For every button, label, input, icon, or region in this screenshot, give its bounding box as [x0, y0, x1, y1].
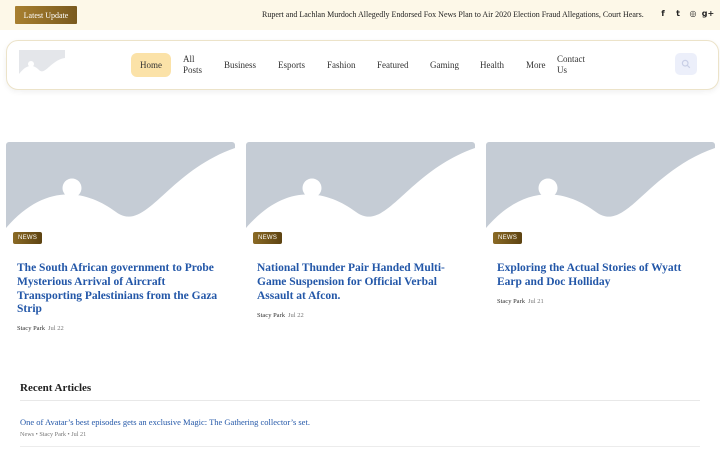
author-name[interactable]: Stacy Park: [17, 325, 45, 332]
instagram-icon[interactable]: ◎: [689, 9, 697, 19]
author-name[interactable]: Stacy Park: [257, 312, 285, 319]
recent-article-meta: News • Stacy Park • Jul 21: [20, 431, 87, 438]
article-title[interactable]: Exploring the Actual Stories of Wyatt Ea…: [497, 262, 709, 290]
recent-article-link[interactable]: One of Avatar’s best episodes gets an ex…: [20, 417, 310, 427]
publish-date: Jul 22: [287, 312, 304, 319]
logo-placeholder-icon: [19, 50, 65, 80]
article-title[interactable]: The South African government to Probe My…: [17, 262, 229, 317]
nav-item-more[interactable]: More: [526, 53, 546, 77]
article-meta: Stacy Park Jul 22: [257, 312, 304, 319]
article-thumbnail[interactable]: NEWS: [486, 142, 715, 252]
article-card[interactable]: NEWS Exploring the Actual Stories of Wya…: [486, 142, 715, 305]
category-badge[interactable]: NEWS: [253, 232, 283, 244]
article-thumbnail[interactable]: NEWS: [6, 142, 235, 252]
author-name[interactable]: Stacy Park: [497, 298, 525, 305]
latest-update-button[interactable]: Latest Update: [15, 6, 77, 24]
nav-item-health[interactable]: Health: [480, 53, 504, 77]
nav-item-home[interactable]: Home: [131, 53, 171, 77]
article-meta: Stacy Park Jul 21: [497, 298, 544, 305]
divider: [20, 446, 700, 447]
google-plus-icon[interactable]: g+: [702, 9, 714, 19]
category-badge[interactable]: NEWS: [13, 232, 43, 244]
nav-item-featured[interactable]: Featured: [377, 53, 409, 77]
site-logo[interactable]: [19, 50, 65, 80]
recent-articles-heading: Recent Articles: [20, 382, 92, 394]
article-thumbnail[interactable]: NEWS: [246, 142, 475, 252]
top-bar: Latest Update Rupert and Lachlan Murdoch…: [0, 0, 720, 30]
article-title[interactable]: National Thunder Pair Handed Multi-Game …: [257, 262, 469, 303]
nav-item-gaming[interactable]: Gaming: [430, 53, 459, 77]
article-card[interactable]: NEWS National Thunder Pair Handed Multi-…: [246, 142, 475, 319]
news-ticker[interactable]: Rupert and Lachlan Murdoch Allegedly End…: [262, 10, 644, 19]
article-meta: Stacy Park Jul 22: [17, 325, 64, 332]
publish-date: Jul 21: [527, 298, 544, 305]
category-badge[interactable]: NEWS: [493, 232, 523, 244]
nav-item-esports[interactable]: Esports: [278, 53, 305, 77]
social-links: f t ◎ g+: [659, 9, 714, 19]
publish-date: Jul 22: [47, 325, 64, 332]
twitter-icon[interactable]: t: [674, 9, 682, 19]
nav-item-fashion[interactable]: Fashion: [327, 53, 356, 77]
article-card[interactable]: NEWS The South African government to Pro…: [6, 142, 235, 332]
divider: [20, 400, 700, 401]
nav-item-contact-us[interactable]: Contact Us: [557, 53, 589, 77]
facebook-icon[interactable]: f: [659, 9, 667, 19]
site-header: Home All Posts Business Esports Fashion …: [6, 40, 719, 90]
nav-item-all-posts[interactable]: All Posts: [183, 53, 211, 77]
nav-item-business[interactable]: Business: [224, 53, 256, 77]
search-icon: [681, 59, 691, 69]
search-button[interactable]: [675, 53, 697, 75]
